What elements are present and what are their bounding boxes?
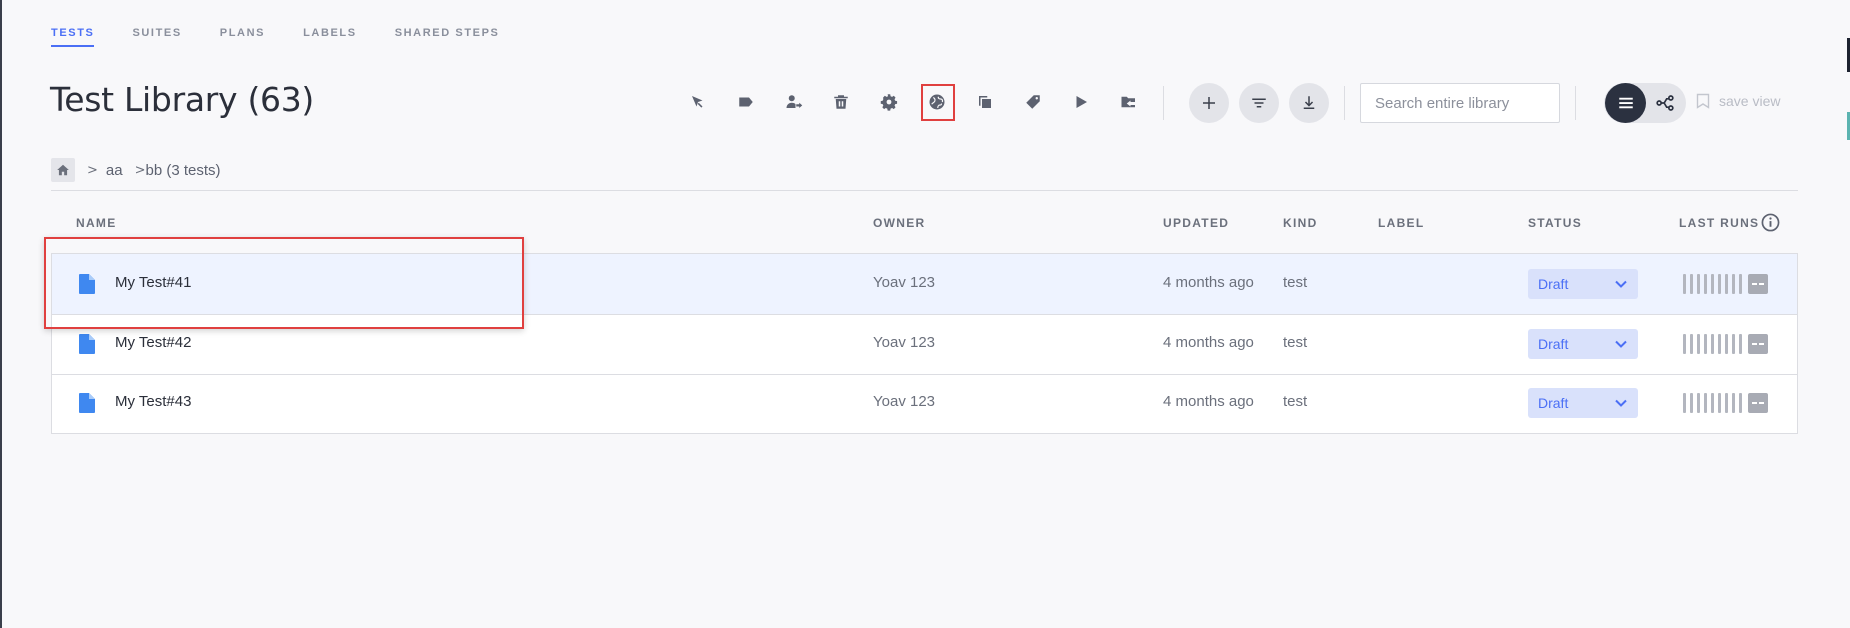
window-left-edge (0, 0, 2, 628)
column-header-kind[interactable]: KIND (1283, 216, 1318, 230)
globe-highlight (921, 84, 955, 121)
status-dropdown[interactable]: Draft (1528, 269, 1638, 299)
breadcrumb: > aa > bb (3 tests) (51, 158, 221, 182)
chevron-down-icon (1615, 399, 1627, 407)
toolbar-divider (1163, 86, 1164, 120)
breadcrumb-item-aa[interactable]: aa (106, 162, 123, 179)
table-row[interactable]: My Test#43 Yoav 123 4 months ago test Dr… (52, 375, 1797, 435)
settings-icon[interactable] (877, 90, 901, 114)
tab-labels[interactable]: LABELS (303, 27, 357, 47)
column-header-label[interactable]: LABEL (1378, 216, 1425, 230)
run-icon[interactable] (1069, 90, 1093, 114)
save-view-label: save view (1719, 93, 1781, 109)
status-dropdown[interactable]: Draft (1528, 329, 1638, 359)
column-header-status[interactable]: STATUS (1528, 216, 1582, 230)
test-updated: 4 months ago (1163, 334, 1254, 351)
last-runs (1683, 393, 1768, 413)
graph-view-icon (1656, 95, 1674, 111)
download-button[interactable] (1289, 83, 1329, 123)
bookmark-icon (1696, 93, 1710, 109)
column-header-last-runs[interactable]: LAST RUNS (1679, 216, 1759, 230)
chevron-down-icon (1615, 340, 1627, 348)
last-runs (1683, 274, 1768, 294)
column-header-owner[interactable]: OWNER (873, 216, 926, 230)
graph-view-button[interactable] (1652, 90, 1678, 116)
list-view-button[interactable] (1605, 83, 1646, 123)
library-tabs: TESTS SUITES PLANS LABELS SHARED STEPS (51, 27, 537, 47)
test-name[interactable]: My Test#43 (115, 393, 191, 410)
column-header-updated[interactable]: UPDATED (1163, 216, 1229, 230)
info-icon[interactable] (1761, 213, 1780, 232)
chevron-right-icon: > (87, 162, 98, 178)
file-icon (79, 334, 95, 354)
status-value: Draft (1538, 336, 1569, 352)
tab-tests[interactable]: TESTS (51, 27, 95, 47)
page-title: Test Library (63) (50, 80, 314, 119)
save-view-button[interactable]: save view (1696, 93, 1780, 109)
tab-plans[interactable]: PLANS (220, 27, 265, 47)
row-highlight (44, 237, 524, 329)
delete-icon[interactable] (829, 90, 853, 114)
chevron-right-icon: > (134, 162, 146, 178)
breadcrumb-divider (51, 190, 1798, 191)
test-name[interactable]: My Test#42 (115, 334, 191, 351)
status-value: Draft (1538, 395, 1569, 411)
file-icon (79, 393, 95, 413)
test-kind: test (1283, 393, 1308, 410)
tag-icon[interactable] (1021, 90, 1045, 114)
toolbar-divider (1344, 86, 1345, 120)
filter-icon (1252, 98, 1266, 108)
search-input[interactable] (1360, 83, 1560, 123)
copy-icon[interactable] (973, 90, 997, 114)
breadcrumb-item-bb[interactable]: bb (3 tests) (146, 162, 221, 179)
list-icon (1618, 97, 1633, 109)
column-header-name[interactable]: NAME (76, 216, 117, 230)
test-kind: test (1283, 334, 1308, 351)
chevron-down-icon (1615, 280, 1627, 288)
tab-shared-steps[interactable]: SHARED STEPS (395, 27, 500, 47)
toolbar-divider (1575, 86, 1576, 120)
tab-suites[interactable]: SUITES (132, 27, 181, 47)
status-value: Draft (1538, 276, 1569, 292)
move-icon[interactable] (686, 90, 710, 114)
last-run-empty-icon (1748, 274, 1768, 294)
test-owner: Yoav 123 (873, 334, 936, 351)
download-icon (1303, 96, 1315, 109)
filter-button[interactable] (1239, 83, 1279, 123)
home-icon (57, 164, 69, 176)
add-button[interactable] (1189, 83, 1229, 123)
last-runs (1683, 334, 1768, 354)
test-updated: 4 months ago (1163, 393, 1254, 410)
test-owner: Yoav 123 (873, 274, 936, 291)
test-owner: Yoav 123 (873, 393, 936, 410)
test-updated: 4 months ago (1163, 274, 1254, 291)
assign-owner-icon[interactable] (782, 90, 806, 114)
folder-move-icon[interactable] (1117, 90, 1141, 114)
plus-icon (1203, 97, 1215, 109)
last-run-empty-icon (1748, 393, 1768, 413)
last-run-empty-icon (1748, 334, 1768, 354)
breadcrumb-home[interactable] (51, 158, 75, 182)
label-icon[interactable] (734, 90, 758, 114)
status-dropdown[interactable]: Draft (1528, 388, 1638, 418)
test-kind: test (1283, 274, 1308, 291)
